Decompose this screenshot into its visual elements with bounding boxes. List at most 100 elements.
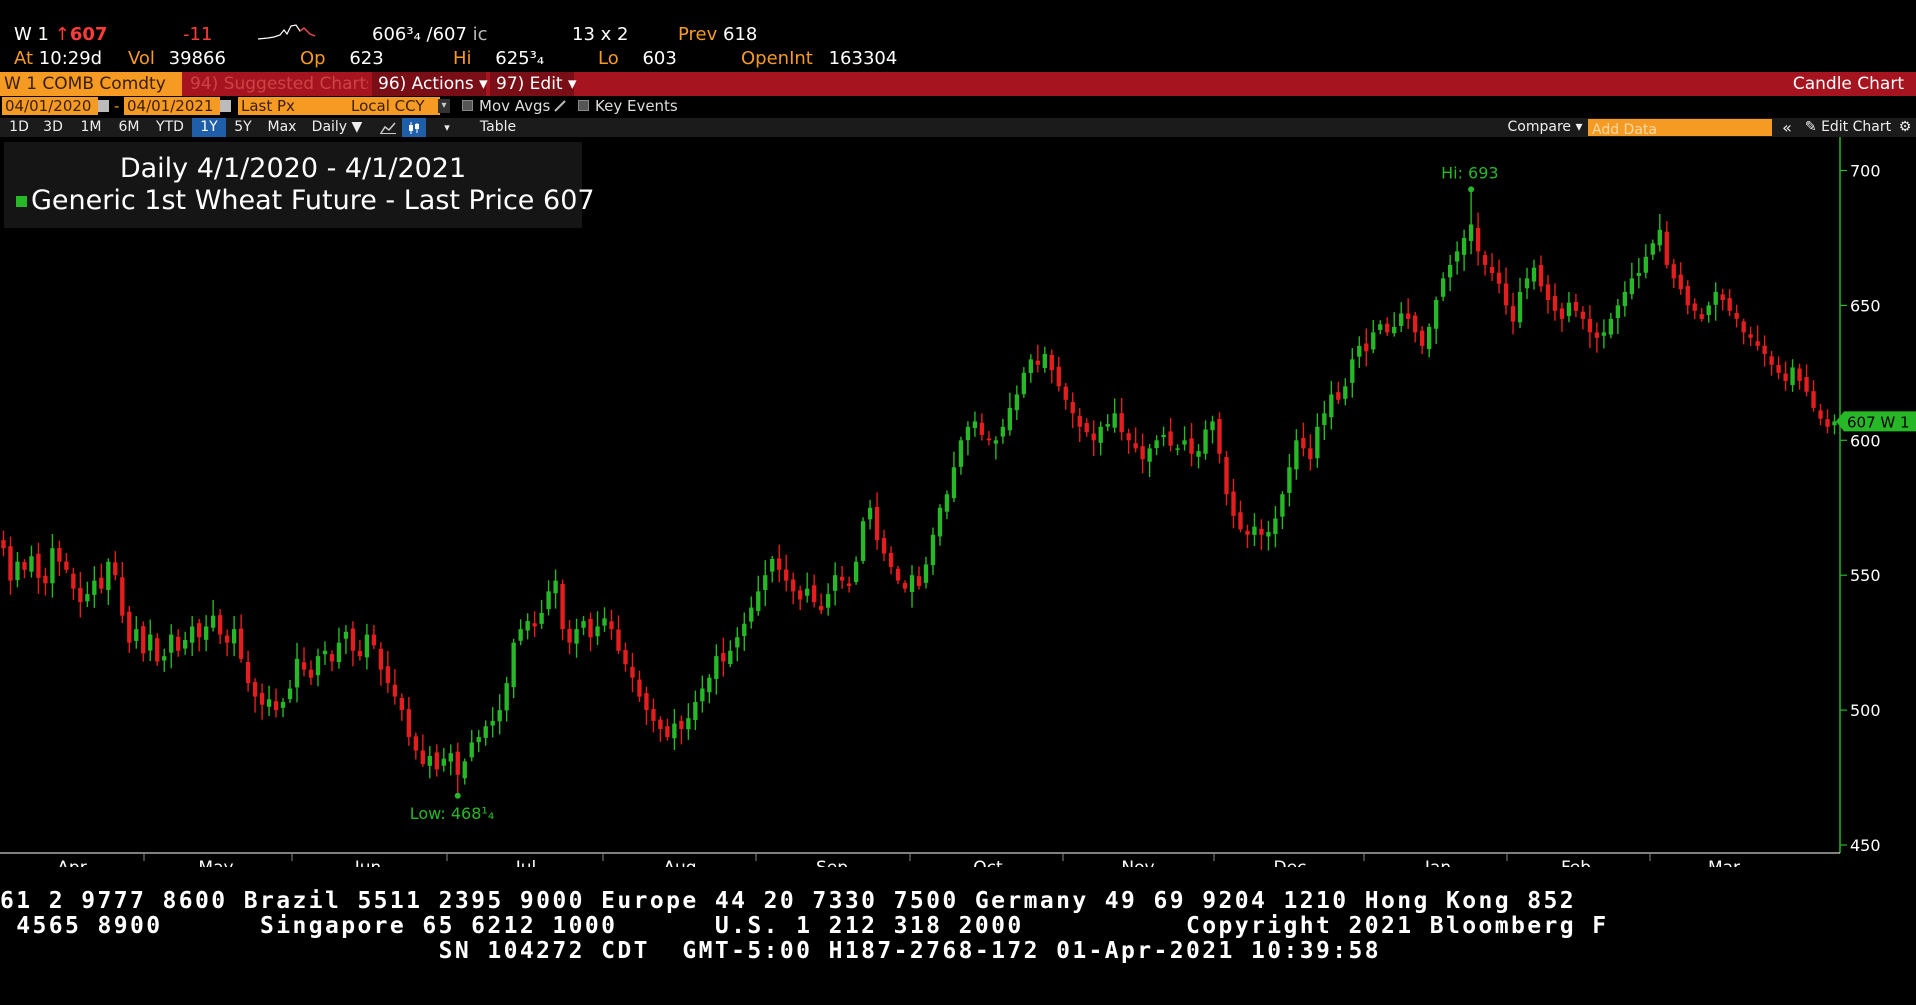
range-button-1m[interactable]: 1M: [74, 118, 108, 137]
end-date-field[interactable]: 04/01/2021: [124, 97, 220, 115]
candle-body: [1329, 394, 1334, 418]
candle-body: [1475, 227, 1481, 252]
mov-avgs-label: Mov Avgs: [479, 97, 551, 115]
chart-style-dropdown-icon[interactable]: ▾: [436, 118, 458, 137]
candle-body: [1713, 291, 1718, 305]
add-data-placeholder: Add Data: [1592, 122, 1657, 138]
collapse-icon[interactable]: «: [1778, 118, 1796, 137]
key-events-checkbox[interactable]: [578, 100, 589, 111]
range-button-1y[interactable]: 1Y: [192, 118, 226, 137]
candle-body: [1357, 345, 1362, 357]
candle-body: [881, 538, 887, 554]
op-value: 623: [349, 48, 384, 69]
x-month-label: Apr: [57, 858, 86, 867]
candle-body: [113, 562, 118, 576]
mov-avgs-checkbox[interactable]: [462, 100, 473, 111]
candle-body: [1413, 315, 1418, 333]
footer-contact-line-2: 4565 8900 Singapore 65 6212 1000 U.S. 1 …: [0, 913, 1609, 939]
candle-body: [979, 422, 985, 435]
compare-menu[interactable]: Compare ▾: [1506, 118, 1584, 137]
candle-body: [252, 681, 258, 697]
candle-body: [1042, 353, 1047, 369]
prev-close: Prev 618: [678, 24, 757, 45]
range-button-6m[interactable]: 6M: [112, 118, 146, 137]
candle-body: [916, 576, 922, 586]
date-range-dash: -: [114, 97, 120, 115]
candle-body: [644, 693, 649, 711]
pencil-icon[interactable]: [553, 99, 567, 113]
candle-body: [413, 736, 418, 751]
actions-menu[interactable]: 96) Actions ▾: [372, 72, 488, 96]
chart-legend: Daily 4/1/2020 - 4/1/2021 Generic 1st Wh…: [4, 142, 595, 228]
candle-body: [553, 580, 558, 594]
range-button-3d[interactable]: 3D: [38, 118, 68, 137]
candle-body: [29, 556, 34, 572]
x-month-label: Jul: [515, 858, 537, 867]
currency-select[interactable]: Local CCY: [348, 97, 440, 115]
candle-chart-icon[interactable]: [402, 118, 426, 137]
edit-menu[interactable]: 97) Edit ▾: [490, 72, 577, 96]
legend-title: Daily 4/1/2020 - 4/1/2021: [119, 153, 467, 184]
candle-body: [357, 650, 363, 657]
x-month-label: Mar: [1708, 858, 1740, 867]
start-calendar-icon[interactable]: [98, 100, 109, 112]
edit-chart-button[interactable]: ✎ Edit Chart: [1800, 118, 1896, 137]
currency-dropdown-icon[interactable]: ▾: [438, 99, 450, 113]
candle-body: [749, 607, 754, 622]
candle-body: [1524, 278, 1530, 289]
candle-body: [469, 742, 474, 758]
candle-body: [832, 575, 838, 591]
candle-body: [176, 636, 181, 651]
prev-value: 618: [723, 24, 758, 45]
settings-gear-icon[interactable]: ⚙: [1896, 118, 1914, 137]
candle-body: [273, 701, 279, 711]
candle-body: [497, 710, 502, 722]
suggested-charts-menu[interactable]: 94) Suggested Charts: [186, 72, 368, 96]
candle-body: [791, 579, 796, 592]
candle-body: [700, 688, 705, 702]
candle-body: [518, 629, 523, 641]
candle-body: [777, 558, 782, 570]
x-month-label: Sep: [816, 858, 848, 867]
candle-body: [15, 561, 20, 581]
range-button-max[interactable]: Max: [264, 118, 300, 137]
line-chart-icon[interactable]: [376, 118, 400, 137]
range-button-ytd[interactable]: YTD: [150, 118, 190, 137]
end-calendar-icon[interactable]: [220, 100, 231, 112]
candle-body: [1769, 356, 1774, 365]
lo-label: Lo: [598, 48, 619, 69]
candle-body: [50, 548, 55, 584]
candle-body: [78, 587, 83, 603]
candle-body: [1231, 491, 1236, 516]
range-button-1d[interactable]: 1D: [4, 118, 34, 137]
start-date-field[interactable]: 04/01/2020: [2, 97, 98, 115]
candle-body: [867, 507, 873, 520]
candle-body: [1385, 323, 1390, 333]
x-month-label: Nov: [1121, 858, 1154, 867]
candle-body: [1210, 421, 1215, 431]
candle-body: [609, 621, 614, 630]
candle-chart[interactable]: 450 500 550 600 650 700 Hi: 693 Low: 468¹₄ 607 W…: [0, 137, 1916, 867]
table-button[interactable]: Table: [474, 118, 522, 137]
candle-body: [1552, 296, 1558, 311]
price-field-select[interactable]: Last Px: [238, 97, 348, 115]
candle-body: [1224, 456, 1229, 495]
candle-body: [951, 467, 957, 499]
candle-body: [85, 594, 90, 602]
candle-body: [756, 591, 761, 612]
bid-ask: 606³₄ /607 ic: [372, 24, 488, 45]
frequency-select[interactable]: Daily ▼: [308, 118, 366, 137]
range-button-5y[interactable]: 5Y: [228, 118, 258, 137]
candle-body: [1196, 451, 1201, 457]
candle-body: [294, 658, 300, 688]
security-ticker-field[interactable]: W 1 COMB Comdty: [0, 72, 182, 96]
candle-body: [92, 580, 97, 595]
candle-body: [8, 546, 13, 581]
security-label: W 1: [14, 24, 49, 45]
candle-body: [1308, 448, 1313, 460]
candle-body: [1601, 332, 1607, 336]
candle-body: [1692, 303, 1697, 311]
add-data-input[interactable]: Add Data: [1588, 119, 1772, 138]
candle-body: [329, 654, 335, 662]
candle-body: [364, 634, 370, 658]
